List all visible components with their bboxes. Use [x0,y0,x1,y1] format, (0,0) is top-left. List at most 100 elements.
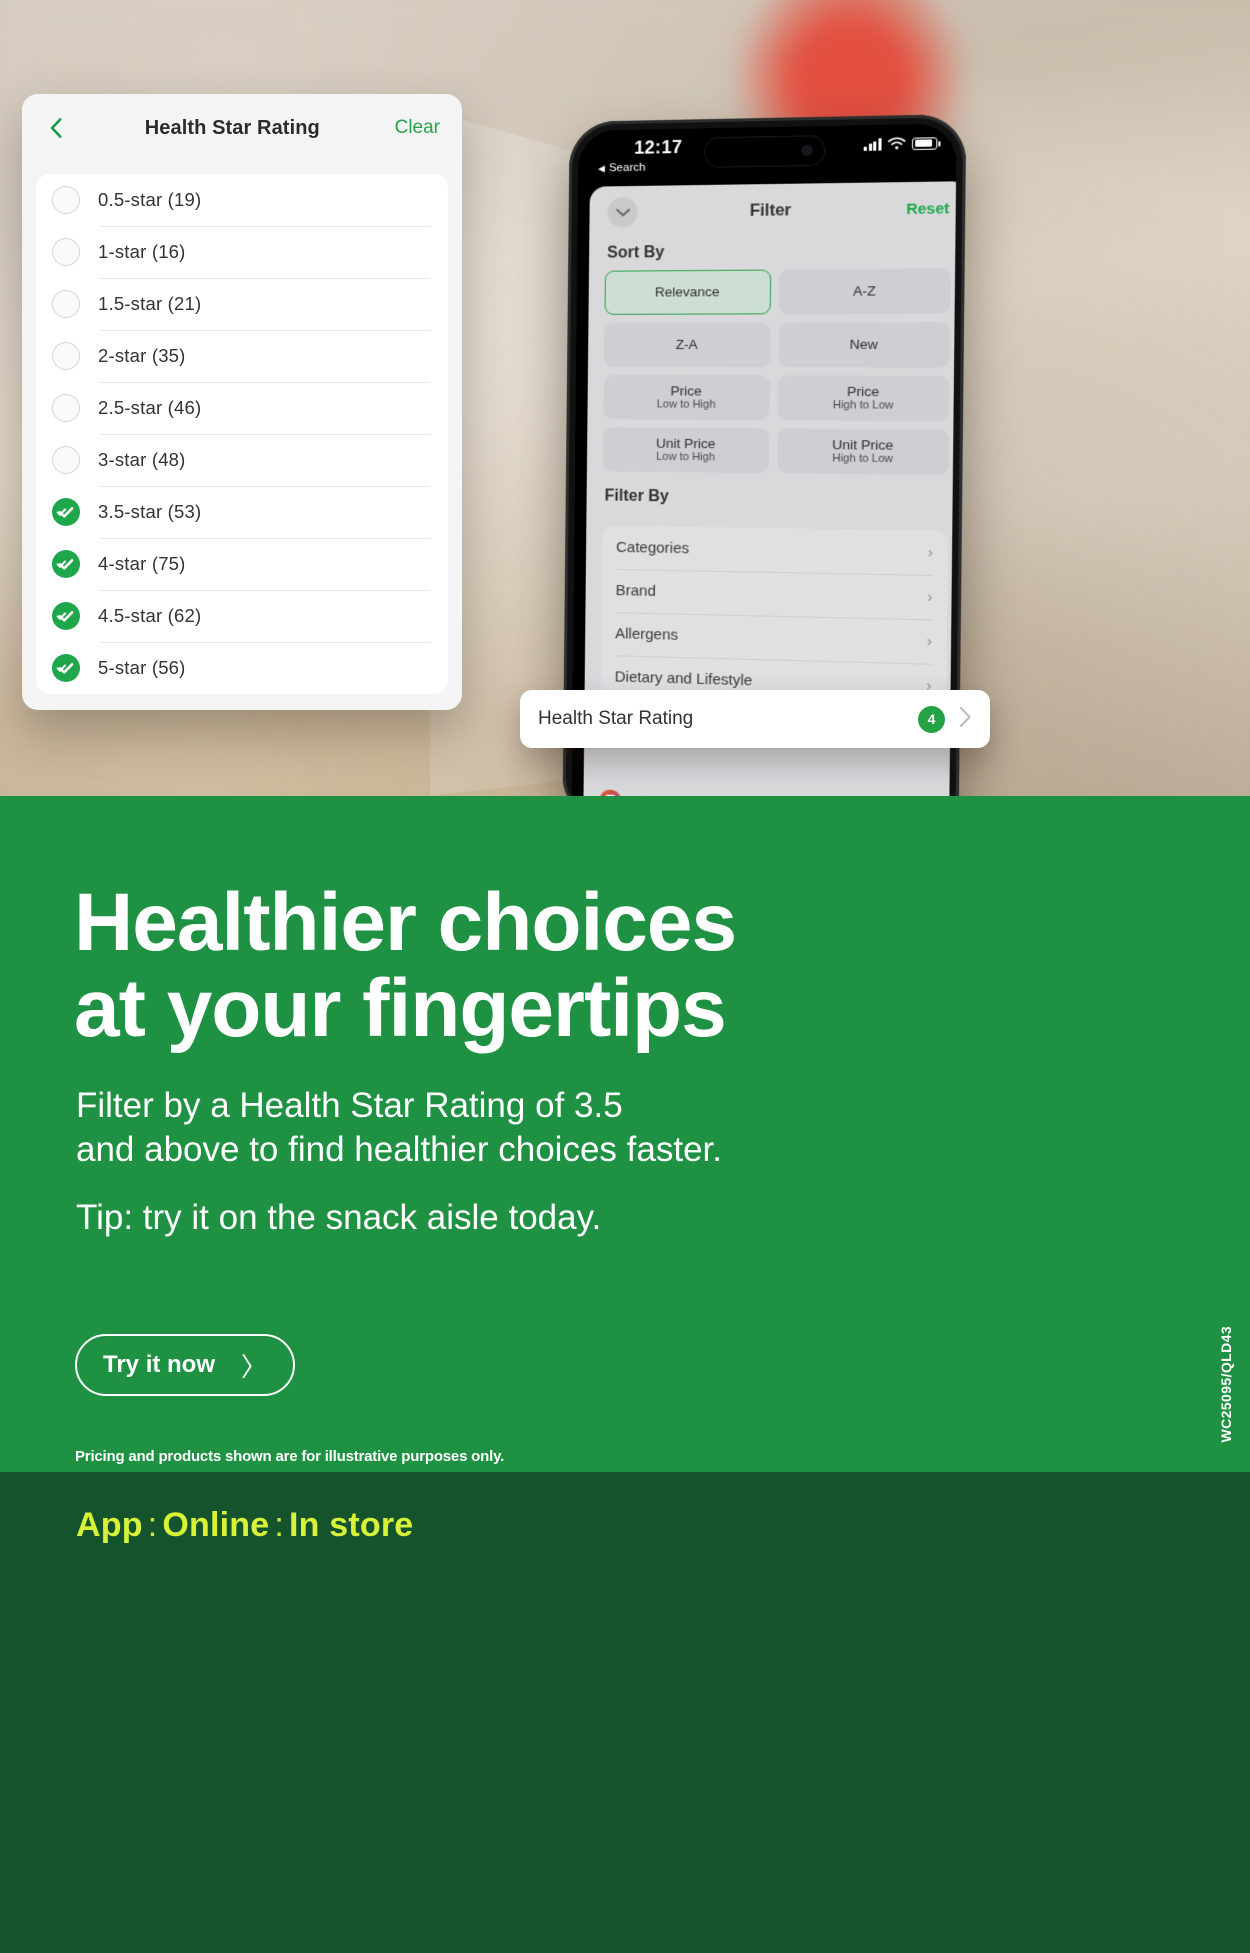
promo-body-line-2: and above to find healthier choices fast… [76,1130,722,1170]
filter-by-label: Filter By [604,487,670,506]
checkbox-unchecked-icon[interactable] [52,186,80,214]
promo-body-paragraph-2: Tip: try it on the snack aisle today. [76,1198,602,1238]
channel-online: Online [162,1506,270,1544]
status-bar: 12:17 ◀ Search [577,123,957,187]
star-rating-option-label: 0.5-star (19) [98,189,202,210]
sort-option-button[interactable]: Price Low to High [603,375,771,421]
checkbox-checked-icon[interactable] [52,654,80,682]
sort-option-label: Unit Price [832,436,894,453]
sort-option-label: Unit Price [655,435,716,452]
sort-option-button[interactable]: Unit Price Low to High [602,427,770,474]
sort-option-label: Price [847,383,880,400]
battery-icon [911,136,938,150]
star-rating-option-row[interactable]: 4-star (75) [36,538,448,590]
sort-option-sublabel: Low to High [656,451,716,464]
channel-list: App: Online: In store [76,1506,413,1545]
filter-category-label: Allergens [615,625,679,644]
sort-option-label: Z-A [675,337,698,353]
checkbox-unchecked-icon[interactable] [52,342,80,370]
sort-option-button[interactable]: New [778,322,951,368]
star-rating-option-row[interactable]: 2.5-star (46) [36,382,448,434]
star-rating-option-label: 1-star (16) [98,241,186,262]
status-badge: 4 [918,705,945,733]
star-rating-option-row[interactable]: 3-star (48) [36,434,448,486]
dynamic-island [703,135,826,168]
star-rating-option-label: 1.5-star (21) [98,293,202,314]
sort-option-button[interactable]: Unit Price High to Low [777,428,950,476]
sort-by-label: Sort By [607,244,665,262]
sort-option-button[interactable]: A-Z [778,268,951,315]
check-icon [58,507,74,518]
sort-option-sublabel: High to Low [832,399,894,413]
try-it-now-label: Try it now [103,1351,216,1378]
health-star-rating-filter-row[interactable]: Health Star Rating 4 [520,690,990,748]
sort-option-label: New [849,336,878,353]
sort-option-button[interactable]: Relevance [604,269,772,315]
star-rating-option-row[interactable]: 4.5-star (62) [36,590,448,642]
checkbox-unchecked-icon[interactable] [52,446,80,474]
star-rating-option-row[interactable]: 3.5-star (53) [36,486,448,538]
sort-option-sublabel: Low to High [656,398,716,412]
back-to-app-label: Search [608,161,646,175]
star-rating-option-row[interactable]: 0.5-star (19) [36,174,448,226]
promo-poster: Health Star Rating Clear 0.5-star (19) 1-… [0,0,1250,1953]
cellular-signal-icon [863,137,882,151]
checkbox-unchecked-icon[interactable] [52,394,80,422]
sort-option-button[interactable]: Price High to Low [777,375,950,422]
sort-option-label: Relevance [654,284,720,300]
star-rating-option-list: 0.5-star (19) 1-star (16) 1.5-star (21) 2-s… [36,174,448,694]
star-rating-option-row[interactable]: 2-star (35) [36,330,448,382]
sort-option-sublabel: High to Low [832,452,893,466]
star-rating-option-row[interactable]: 1-star (16) [36,226,448,278]
page-title: Health Star Rating [144,116,320,139]
filter-category-label: Brand [615,582,656,600]
health-star-rating-card-header: Health Star Rating Clear [22,94,462,162]
try-it-now-button[interactable]: Try it now 〉 [75,1334,296,1396]
clear-button[interactable]: Clear [395,117,440,139]
checkbox-unchecked-icon[interactable] [52,290,80,318]
chevron-right-icon: › [926,632,933,651]
chevron-right-icon: › [927,543,934,562]
status-bar-indicators [863,136,938,151]
sort-option-grid: Relevance A-Z Z-A New Price Low to High Price H… [587,268,957,476]
filter-sheet-header: Filter Reset [589,181,956,239]
triangle-left-icon: ◀ [597,162,605,173]
promo-headline-line-2: at your fingertips [74,963,727,1055]
check-icon [58,611,74,622]
channel-app: App [76,1506,143,1544]
chevron-left-icon[interactable] [44,115,70,141]
checkbox-checked-icon[interactable] [52,498,80,526]
star-rating-option-label: 4.5-star (62) [98,605,202,626]
star-rating-option-label: 3-star (48) [98,449,186,470]
filter-category-label: Categories [615,538,690,558]
checkbox-checked-icon[interactable] [52,550,80,578]
promo-body-copy: Filter by a Health Star Rating of 3.5 an… [76,1084,936,1240]
health-star-rating-card: Health Star Rating Clear 0.5-star (19) 1-… [22,94,462,710]
star-rating-option-label: 5-star (56) [98,657,186,678]
chevron-right-icon: › [927,588,933,606]
checkbox-unchecked-icon[interactable] [52,238,80,266]
front-camera-icon [801,144,813,157]
star-rating-option-label: 4-star (75) [98,553,186,574]
filter-category-list: Categories › Brand › Allergens › Dietary and L… [600,525,949,709]
star-rating-option-row[interactable]: 1.5-star (21) [36,278,448,330]
chevron-down-icon[interactable] [607,197,638,228]
star-rating-option-label: 2-star (35) [98,345,186,366]
artwork-reference-code: WC25095/QLD43 [1218,1326,1234,1443]
channel-separator-1: : [147,1506,158,1544]
checkbox-checked-icon[interactable] [52,602,80,630]
promo-body-line-1: Filter by a Health Star Rating of 3.5 [76,1086,623,1125]
reset-button[interactable]: Reset [906,200,949,218]
promo-headline: Healthier choices at your fingertips [74,877,1074,1055]
filter-category-label: Dietary and Lifestyle [614,668,753,690]
promo-body-paragraph-1: Filter by a Health Star Rating of 3.5 an… [76,1084,936,1172]
filter-category-row[interactable]: Categories › [602,526,948,576]
star-rating-option-row[interactable]: 5-star (56) [36,642,448,694]
promo-headline-line-1: Healthier choices [74,877,737,968]
sort-option-button[interactable]: Z-A [603,322,771,368]
star-rating-option-label: 2.5-star (46) [98,397,202,418]
back-to-app-indicator[interactable]: ◀ Search [598,162,646,175]
footer-bar: App: Online: In store [0,1472,1250,1953]
star-rating-option-label: 3.5-star (53) [98,501,202,522]
sort-option-label: A-Z [852,283,876,299]
